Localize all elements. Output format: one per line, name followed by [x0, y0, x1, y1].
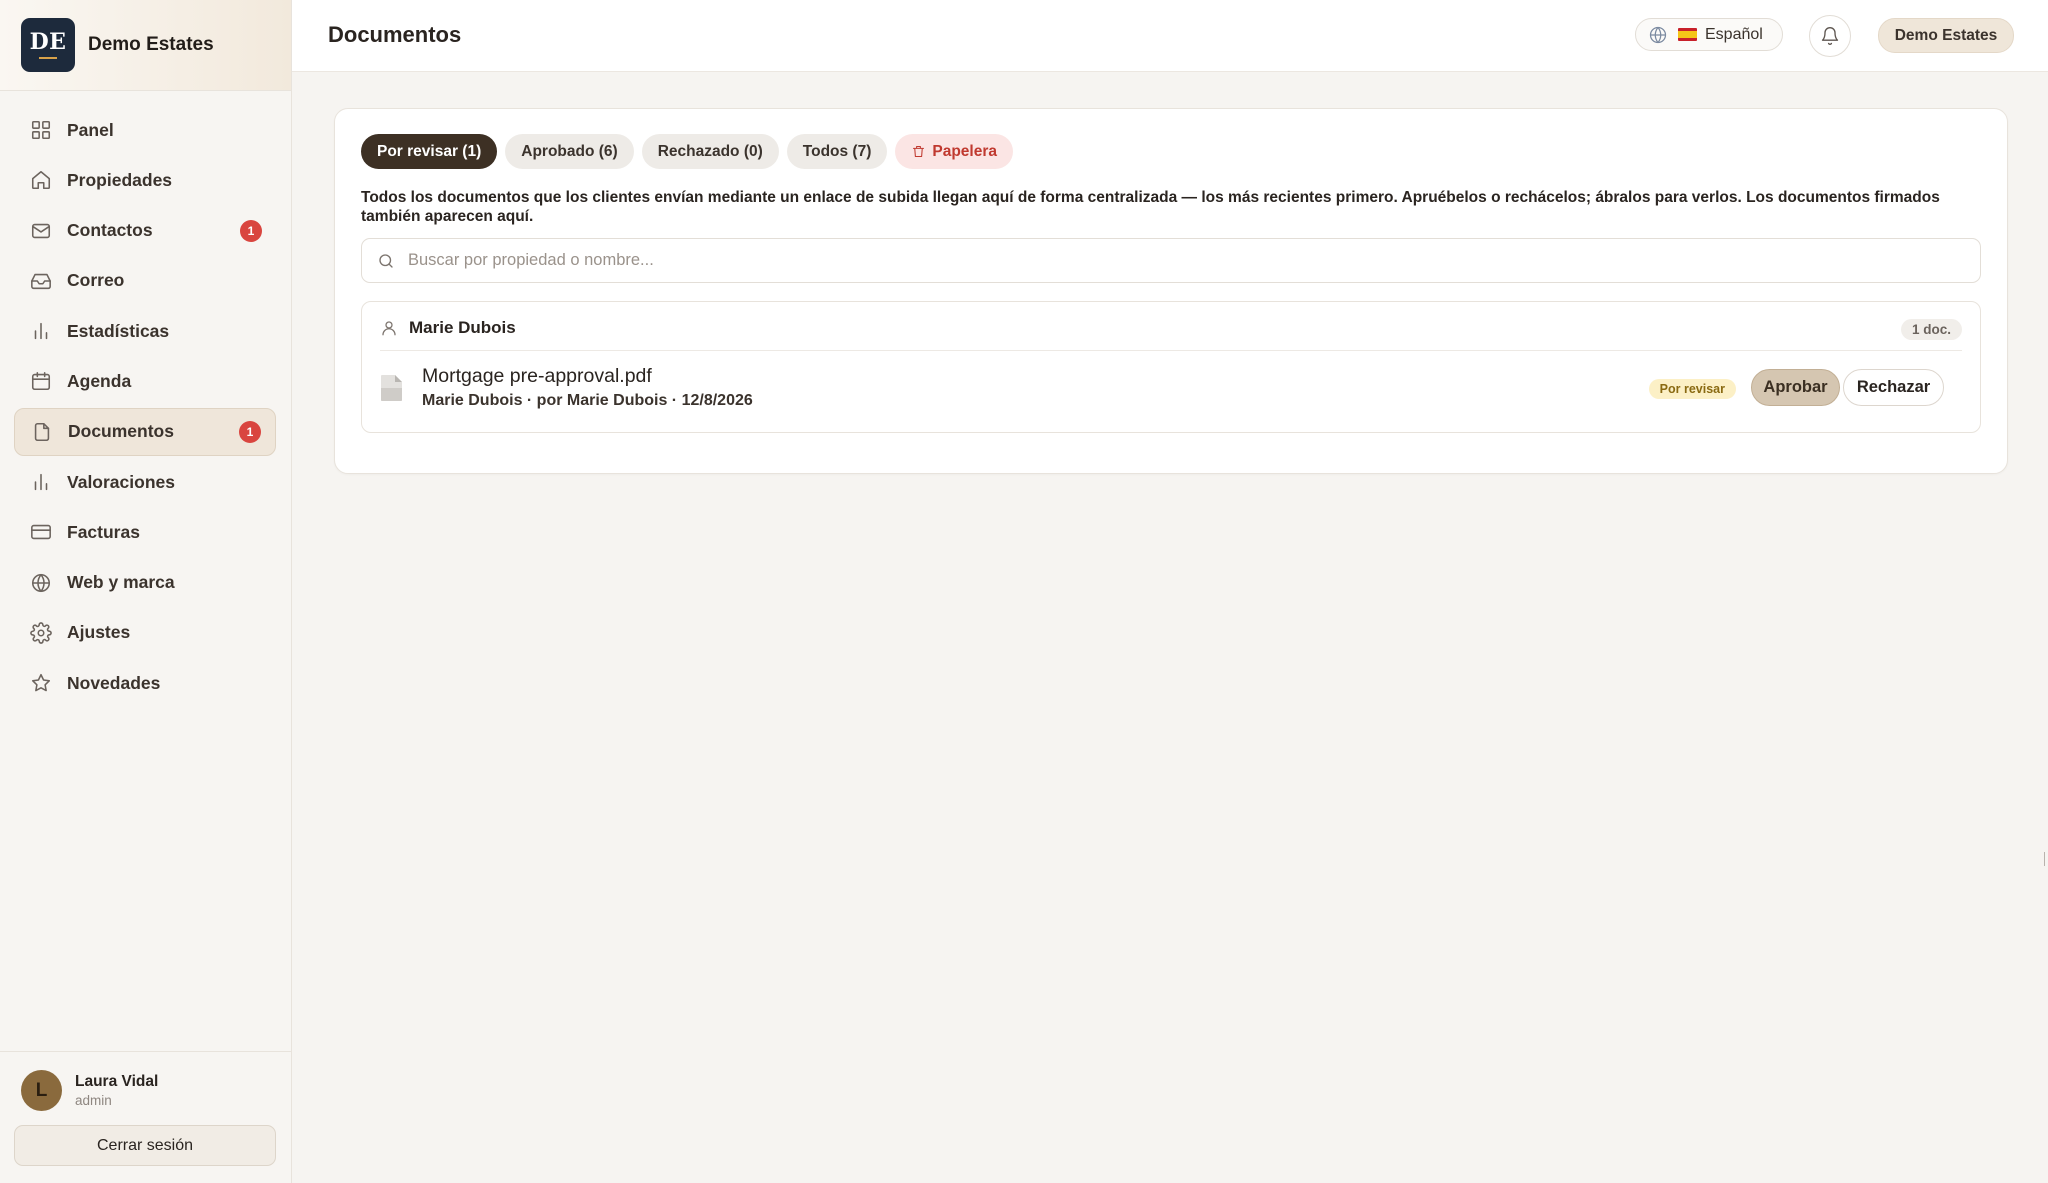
bell-icon: [1821, 27, 1839, 45]
sidebar-item-label: Valoraciones: [67, 471, 175, 492]
window-resize-handle[interactable]: [2044, 852, 2048, 866]
user-info: Laura Vidal admin: [75, 1073, 158, 1108]
top-bar: Documentos Español Demo Estates: [292, 0, 2048, 72]
inbox-icon: [31, 273, 51, 290]
home-icon: [31, 171, 51, 190]
account-menu-button[interactable]: Demo Estates: [1878, 18, 2014, 53]
sidebar-item-label: Contactos: [67, 220, 153, 241]
sidebar-item-label: Propiedades: [67, 169, 173, 190]
search-box[interactable]: [361, 238, 1981, 283]
trash-icon: [913, 145, 925, 158]
sidebar-item-correo[interactable]: Correo: [14, 257, 276, 305]
sidebar-item-documentos[interactable]: Documentos 1: [14, 407, 276, 456]
sidebar-item-label: Documentos: [68, 421, 174, 442]
sidebar-item-label: Novedades: [67, 672, 161, 693]
sidebar-item-ajustes[interactable]: Ajustes: [14, 609, 276, 657]
sidebar-item-label: Web y marca: [67, 572, 175, 593]
bar-chart-icon: [34, 323, 48, 340]
doc-count-badge: 1 doc.: [1900, 319, 1962, 340]
client-name: Marie Dubois: [409, 318, 516, 337]
client-group: Marie Dubois 1 doc. Mortgage pre-approva…: [361, 301, 1981, 433]
tab-label: Papelera: [932, 142, 998, 160]
star-icon: [31, 674, 51, 692]
user-role: admin: [75, 1093, 112, 1108]
sidebar-nav: Panel Propiedades Contactos 1 Correo Est…: [0, 91, 291, 707]
avatar: L: [21, 1070, 62, 1111]
sidebar-item-novedades[interactable]: Novedades: [14, 659, 276, 707]
approve-button[interactable]: Aprobar: [1751, 369, 1840, 406]
sidebar-item-panel[interactable]: Panel: [14, 106, 276, 154]
sidebar-item-agenda[interactable]: Agenda: [14, 357, 276, 405]
tab-aprobado[interactable]: Aprobado (6): [505, 134, 634, 169]
sidebar-item-facturas[interactable]: Facturas: [14, 508, 276, 556]
tab-por-revisar[interactable]: Por revisar (1): [361, 134, 498, 169]
sidebar: DE Demo Estates Panel Propiedades Contac…: [0, 0, 292, 1183]
search-icon: [379, 253, 393, 268]
user-name: Laura Vidal: [75, 1073, 159, 1090]
brand-logo-underline: [39, 57, 57, 59]
globe-icon: [1649, 26, 1667, 43]
logout-button[interactable]: Cerrar sesión: [14, 1125, 276, 1166]
user-block: L Laura Vidal admin Cerrar sesión: [0, 1051, 291, 1183]
user-profile[interactable]: L Laura Vidal admin: [21, 1070, 277, 1111]
sidebar-item-valoraciones[interactable]: Valoraciones: [14, 458, 276, 506]
globe-icon: [31, 573, 51, 592]
documents-card: Por revisar (1) Aprobado (6) Rechazado (…: [334, 108, 2008, 474]
brand-logo: DE: [21, 18, 75, 72]
notification-badge: 1: [239, 420, 261, 443]
sidebar-item-label: Agenda: [67, 370, 132, 391]
brand[interactable]: DE Demo Estates: [0, 0, 291, 91]
sidebar-item-label: Estadísticas: [67, 320, 170, 341]
user-icon: [382, 321, 396, 336]
credit-card-icon: [31, 525, 51, 540]
sidebar-item-label: Ajustes: [67, 622, 131, 643]
document-file-icon: [381, 375, 402, 401]
mail-icon: [31, 223, 51, 238]
client-group-header: Marie Dubois: [380, 318, 516, 338]
notifications-button[interactable]: [1809, 15, 1851, 57]
sidebar-item-label: Correo: [67, 270, 125, 291]
sidebar-item-label: Facturas: [67, 521, 140, 542]
divider: [380, 350, 1962, 351]
gear-icon: [30, 622, 52, 644]
notification-badge: 1: [240, 219, 262, 242]
description-text: Todos los documentos que los clientes en…: [361, 189, 1940, 225]
reject-button[interactable]: Rechazar: [1843, 369, 1944, 406]
sidebar-item-propiedades[interactable]: Propiedades: [14, 156, 276, 204]
document-file-name[interactable]: Mortgage pre-approval.pdf: [422, 365, 652, 388]
calendar-icon: [31, 372, 51, 391]
bar-chart-icon: [34, 473, 48, 491]
brand-logo-text: DE: [29, 29, 67, 55]
tab-todos[interactable]: Todos (7): [786, 134, 888, 169]
language-selector[interactable]: Español: [1635, 18, 1783, 51]
sidebar-item-web-y-marca[interactable]: Web y marca: [14, 559, 276, 607]
brand-name: Demo Estates: [88, 34, 214, 55]
page-title: Documentos: [328, 22, 462, 47]
status-badge: Por revisar: [1648, 379, 1736, 399]
spain-flag-icon: [1678, 28, 1697, 41]
sidebar-item-estadisticas[interactable]: Estadísticas: [14, 307, 276, 355]
tab-rechazado[interactable]: Rechazado (0): [641, 134, 779, 169]
sidebar-item-contactos[interactable]: Contactos 1: [14, 207, 276, 255]
document-meta: Marie Dubois · por Marie Dubois · 12/8/2…: [422, 392, 753, 409]
language-label: Español: [1705, 25, 1763, 43]
grid-icon: [31, 120, 51, 140]
tab-papelera[interactable]: Papelera: [895, 134, 1014, 169]
sidebar-item-label: Panel: [67, 119, 114, 140]
status-tabs: Por revisar (1) Aprobado (6) Rechazado (…: [361, 134, 1021, 169]
file-icon: [34, 422, 50, 441]
search-input[interactable]: [408, 251, 1908, 270]
document-row[interactable]: Mortgage pre-approval.pdf Marie Dubois ·…: [380, 364, 1962, 414]
